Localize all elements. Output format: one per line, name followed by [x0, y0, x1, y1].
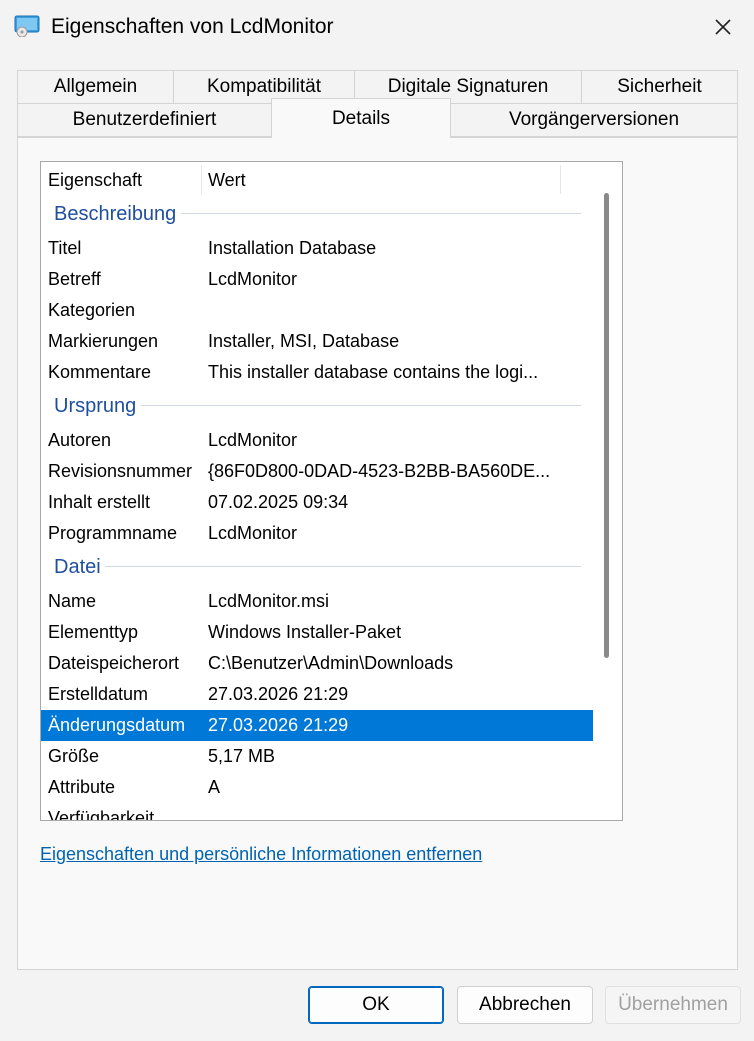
group-label: Beschreibung — [54, 203, 181, 226]
property-value: {86F0D800-0DAD-4523-B2BB-BA560DE... — [208, 461, 551, 481]
property-value: 07.02.2025 09:34 — [208, 492, 349, 512]
msi-package-icon — [14, 15, 40, 38]
property-value: LcdMonitor — [208, 430, 298, 450]
window-title: Eigenschaften von LcdMonitor — [51, 15, 334, 38]
property-name: Elementtyp — [48, 622, 139, 642]
property-name: Dateispeicherort — [48, 653, 180, 673]
list-header: Eigenschaft Wert — [41, 162, 601, 196]
property-name: Revisionsnummer — [48, 461, 193, 481]
property-value: LcdMonitor.msi — [208, 591, 330, 611]
property-value: C:\Benutzer\Admin\Downloads — [208, 653, 454, 673]
property-name: Inhalt erstellt — [48, 492, 151, 512]
close-icon — [715, 19, 731, 35]
list-item[interactable]: Attribute A — [41, 772, 601, 803]
list-item[interactable]: Betreff LcdMonitor — [41, 264, 601, 295]
list-item-selected[interactable]: Änderungsdatum 27.03.2026 21:29 — [41, 710, 601, 741]
property-name: Betreff — [48, 269, 101, 289]
list-body: Beschreibung Titel Installation Database … — [41, 196, 601, 821]
property-name: Größe — [48, 746, 100, 766]
vertical-scrollbar[interactable] — [593, 162, 622, 820]
tab-allgemein[interactable]: Allgemein — [17, 70, 174, 104]
scrollbar-thumb[interactable] — [604, 193, 609, 658]
list-item[interactable]: Elementtyp Windows Installer-Paket — [41, 617, 601, 648]
property-value: This installer database contains the log… — [208, 362, 539, 382]
property-value: Installation Database — [208, 238, 377, 258]
property-name: Verfügbarkeit — [48, 808, 155, 821]
list-item[interactable]: Kategorien — [41, 295, 601, 326]
column-header-value[interactable]: Wert — [201, 162, 561, 196]
list-item[interactable]: Dateispeicherort C:\Benutzer\Admin\Downlo… — [41, 648, 601, 679]
tab-vorgaengerversionen[interactable]: Vorgängerversionen — [450, 103, 738, 137]
group-divider — [141, 405, 581, 406]
property-value: LcdMonitor — [208, 269, 298, 289]
property-name: Attribute — [48, 777, 116, 797]
close-button[interactable] — [700, 8, 746, 46]
list-item[interactable]: Autoren LcdMonitor — [41, 425, 601, 456]
property-value: A — [208, 777, 221, 797]
properties-list[interactable]: Eigenschaft Wert Beschreibung Titel Insta… — [40, 161, 623, 821]
property-value: Windows Installer-Paket — [208, 622, 402, 642]
property-name: Änderungsdatum — [48, 715, 186, 735]
tab-strip: Allgemein Kompatibilität Digitale Signat… — [0, 52, 754, 138]
property-value: 27.03.2026 21:29 — [208, 715, 349, 735]
group-divider — [181, 213, 581, 214]
list-item[interactable]: Markierungen Installer, MSI, Database — [41, 326, 601, 357]
list-item[interactable]: Titel Installation Database — [41, 233, 601, 264]
property-name: Titel — [48, 238, 82, 258]
column-divider[interactable] — [560, 165, 561, 194]
group-header-beschreibung[interactable]: Beschreibung — [41, 196, 601, 233]
dialog-footer: OK Abbrechen Übernehmen — [0, 970, 754, 1041]
list-item[interactable]: Name LcdMonitor.msi — [41, 586, 601, 617]
ok-button[interactable]: OK — [308, 986, 444, 1024]
list-item[interactable]: Revisionsnummer {86F0D800-0DAD-4523-B2BB-… — [41, 456, 601, 487]
list-item[interactable]: Kommentare This installer database contai… — [41, 357, 601, 388]
column-header-property[interactable]: Eigenschaft — [41, 162, 201, 196]
list-item[interactable]: Programmname LcdMonitor — [41, 518, 601, 549]
list-item[interactable]: Größe 5,17 MB — [41, 741, 601, 772]
group-label: Ursprung — [54, 395, 141, 418]
property-value: 27.03.2026 21:29 — [208, 684, 349, 704]
list-item[interactable]: Inhalt erstellt 07.02.2025 09:34 — [41, 487, 601, 518]
list-item[interactable]: Verfügbarkeit — [41, 803, 601, 821]
property-name: Kommentare — [48, 362, 152, 382]
property-name: Name — [48, 591, 97, 611]
group-label: Datei — [54, 556, 105, 579]
property-value: Installer, MSI, Database — [208, 331, 400, 351]
remove-properties-link[interactable]: Eigenschaften und persönliche Informatio… — [40, 844, 482, 865]
property-name: Erstelldatum — [48, 684, 149, 704]
property-name: Autoren — [48, 430, 112, 450]
tab-sicherheit[interactable]: Sicherheit — [581, 70, 738, 104]
group-header-ursprung[interactable]: Ursprung — [41, 388, 601, 425]
tab-benutzerdefiniert[interactable]: Benutzerdefiniert — [17, 103, 272, 137]
property-name: Markierungen — [48, 331, 159, 351]
property-name: Programmname — [48, 523, 178, 543]
tab-details[interactable]: Details — [271, 98, 451, 138]
group-header-datei[interactable]: Datei — [41, 549, 601, 586]
property-value: LcdMonitor — [208, 523, 298, 543]
apply-button[interactable]: Übernehmen — [605, 986, 741, 1024]
group-divider — [105, 566, 581, 567]
title-bar: Eigenschaften von LcdMonitor — [0, 0, 754, 52]
list-item[interactable]: Erstelldatum 27.03.2026 21:29 — [41, 679, 601, 710]
cancel-button[interactable]: Abbrechen — [457, 986, 593, 1024]
property-name: Kategorien — [48, 300, 136, 320]
property-value: 5,17 MB — [208, 746, 276, 766]
